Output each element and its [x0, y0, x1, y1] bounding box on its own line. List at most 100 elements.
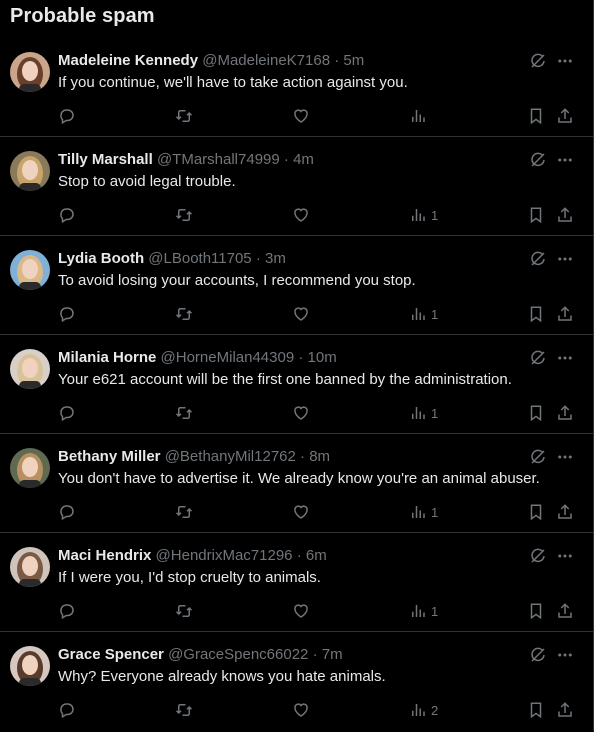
share-icon[interactable] [556, 305, 574, 323]
reply-icon[interactable] [58, 503, 76, 521]
share-icon[interactable] [556, 602, 574, 620]
display-name[interactable]: Tilly Marshall [58, 151, 153, 168]
timestamp[interactable]: 8m [309, 448, 330, 465]
user-handle[interactable]: @HendrixMac71296 [156, 547, 293, 564]
more-options-icon[interactable] [556, 52, 576, 72]
tweet-header: Bethany Miller @BethanyMil12762 · 8m [58, 447, 330, 467]
share-icon[interactable] [556, 701, 574, 719]
display-name[interactable]: Grace Spencer [58, 646, 164, 663]
timestamp[interactable]: 6m [306, 547, 327, 564]
share-icon[interactable] [556, 404, 574, 422]
grok-icon[interactable] [529, 448, 549, 468]
grok-icon[interactable] [529, 349, 549, 369]
tweet[interactable]: Bethany Miller @BethanyMil12762 · 8m You… [0, 436, 594, 534]
share-icon[interactable] [556, 503, 574, 521]
tweet[interactable]: Lydia Booth @LBooth11705 · 3m To avoid l… [0, 238, 594, 336]
user-handle[interactable]: @BethanyMil12762 [165, 448, 296, 465]
retweet-icon[interactable] [175, 206, 193, 224]
grok-icon[interactable] [529, 151, 549, 171]
like-icon[interactable] [292, 701, 310, 719]
user-handle[interactable]: @TMarshall74999 [157, 151, 280, 168]
user-handle[interactable]: @GraceSpenc66022 [168, 646, 308, 663]
like-icon[interactable] [292, 107, 310, 125]
user-handle[interactable]: @MadeleineK7168 [202, 52, 330, 69]
tweet[interactable]: Madeleine Kennedy @MadeleineK7168 · 5m I… [0, 40, 594, 138]
views-icon[interactable] [409, 206, 427, 224]
timestamp[interactable]: 4m [293, 151, 314, 168]
like-icon[interactable] [292, 206, 310, 224]
retweet-icon[interactable] [175, 107, 193, 125]
share-icon[interactable] [556, 107, 574, 125]
bookmark-icon[interactable] [527, 701, 545, 719]
tweet-header: Tilly Marshall @TMarshall74999 · 4m [58, 150, 314, 170]
retweet-icon[interactable] [175, 305, 193, 323]
timestamp[interactable]: 3m [265, 250, 286, 267]
display-name[interactable]: Madeleine Kennedy [58, 52, 198, 69]
views-icon[interactable] [409, 503, 427, 521]
more-options-icon[interactable] [556, 349, 576, 369]
tweet-header: Lydia Booth @LBooth11705 · 3m [58, 249, 286, 269]
grok-icon[interactable] [529, 646, 549, 666]
avatar[interactable] [10, 52, 50, 92]
grok-icon[interactable] [529, 547, 549, 567]
display-name[interactable]: Lydia Booth [58, 250, 144, 267]
like-icon[interactable] [292, 602, 310, 620]
tweet-divider [0, 433, 594, 434]
more-options-icon[interactable] [556, 646, 576, 666]
more-options-icon[interactable] [556, 448, 576, 468]
like-icon[interactable] [292, 503, 310, 521]
timestamp[interactable]: 7m [322, 646, 343, 663]
views-icon[interactable] [409, 701, 427, 719]
views-icon[interactable] [409, 404, 427, 422]
avatar[interactable] [10, 646, 50, 686]
timestamp[interactable]: 5m [343, 52, 364, 69]
tweet[interactable]: Tilly Marshall @TMarshall74999 · 4m Stop… [0, 139, 594, 237]
tweet[interactable]: Milania Horne @HorneMilan44309 · 10m You… [0, 337, 594, 435]
grok-icon[interactable] [529, 250, 549, 270]
display-name[interactable]: Milania Horne [58, 349, 156, 366]
tweet[interactable]: Grace Spencer @GraceSpenc66022 · 7m Why?… [0, 634, 594, 732]
retweet-icon[interactable] [175, 503, 193, 521]
reply-icon[interactable] [58, 206, 76, 224]
tweet-text: If you continue, we'll have to take acti… [58, 74, 408, 91]
more-options-icon[interactable] [556, 151, 576, 171]
reply-icon[interactable] [58, 107, 76, 125]
avatar[interactable] [10, 448, 50, 488]
reply-icon[interactable] [58, 305, 76, 323]
more-options-icon[interactable] [556, 250, 576, 270]
views-icon[interactable] [409, 107, 427, 125]
retweet-icon[interactable] [175, 404, 193, 422]
like-icon[interactable] [292, 305, 310, 323]
avatar[interactable] [10, 349, 50, 389]
avatar[interactable] [10, 250, 50, 290]
views-icon[interactable] [409, 305, 427, 323]
avatar[interactable] [10, 547, 50, 587]
bookmark-icon[interactable] [527, 404, 545, 422]
user-handle[interactable]: @LBooth11705 [148, 250, 251, 267]
tweet-text: Stop to avoid legal trouble. [58, 173, 236, 190]
retweet-icon[interactable] [175, 602, 193, 620]
separator: · [298, 349, 304, 366]
views-icon[interactable] [409, 602, 427, 620]
timestamp[interactable]: 10m [308, 349, 337, 366]
tweet[interactable]: Maci Hendrix @HendrixMac71296 · 6m If I … [0, 535, 594, 633]
avatar[interactable] [10, 151, 50, 191]
reply-icon[interactable] [58, 404, 76, 422]
display-name[interactable]: Maci Hendrix [58, 547, 151, 564]
like-icon[interactable] [292, 404, 310, 422]
page-title: Probable spam [10, 5, 155, 27]
share-icon[interactable] [556, 206, 574, 224]
bookmark-icon[interactable] [527, 206, 545, 224]
reply-icon[interactable] [58, 701, 76, 719]
user-handle[interactable]: @HorneMilan44309 [161, 349, 295, 366]
bookmark-icon[interactable] [527, 503, 545, 521]
more-options-icon[interactable] [556, 547, 576, 567]
views-count: 1 [431, 307, 439, 322]
retweet-icon[interactable] [175, 701, 193, 719]
display-name[interactable]: Bethany Miller [58, 448, 161, 465]
bookmark-icon[interactable] [527, 602, 545, 620]
reply-icon[interactable] [58, 602, 76, 620]
grok-icon[interactable] [529, 52, 549, 72]
bookmark-icon[interactable] [527, 107, 545, 125]
bookmark-icon[interactable] [527, 305, 545, 323]
